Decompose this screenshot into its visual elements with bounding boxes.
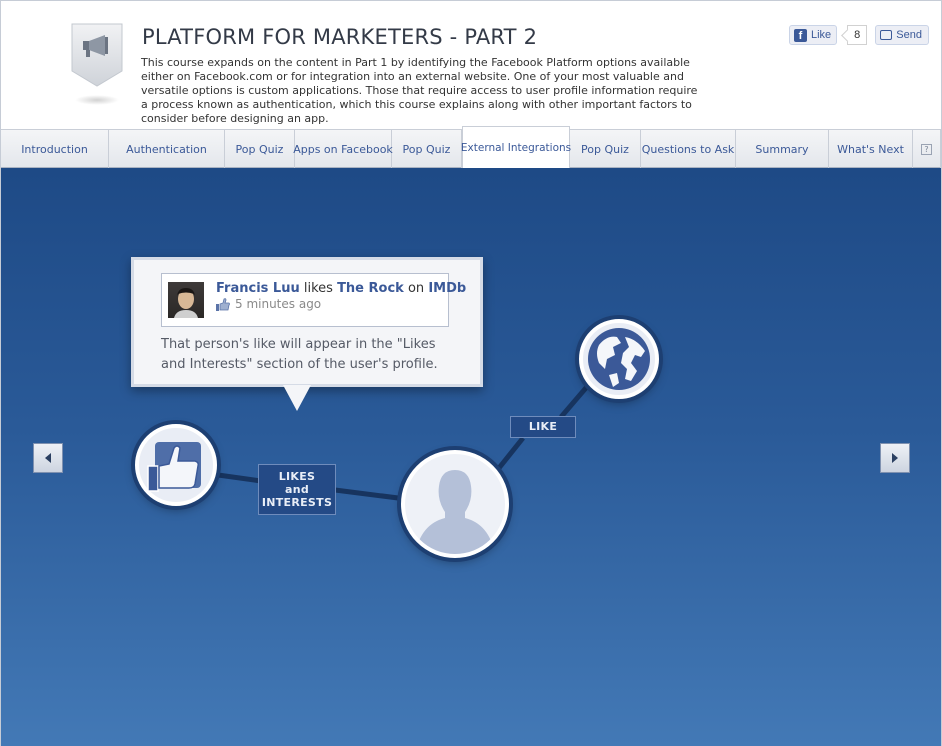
tab-authentication[interactable]: Authentication (109, 130, 225, 168)
course-tabs: Introduction Authentication Pop Quiz App… (1, 126, 941, 168)
help-icon: ? (921, 143, 932, 155)
globe-icon (588, 328, 650, 390)
send-icon (880, 30, 893, 40)
story-prep: on (407, 281, 425, 296)
badge-shadow (75, 95, 119, 105)
news-feed-story: Francis Luu likes The Rock on IMDb 5 min… (161, 273, 466, 327)
send-button[interactable]: Send (875, 25, 929, 45)
person-silhouette-icon (415, 470, 495, 554)
megaphone-badge-icon (71, 23, 123, 87)
social-buttons: f Like 8 Send (788, 25, 929, 45)
like-label: LIKE (510, 416, 576, 438)
globe-node (579, 319, 659, 399)
likes-and-interests-label: LIKES and INTERESTS (258, 464, 336, 515)
tab-introduction[interactable]: Introduction (1, 130, 109, 168)
previous-button[interactable] (33, 443, 63, 473)
arrow-right-icon (892, 453, 898, 463)
tab-whats-next[interactable]: What's Next (829, 130, 913, 168)
like-label: Like (810, 29, 832, 41)
thumbs-up-icon (147, 442, 201, 492)
help-button[interactable]: ? (913, 130, 941, 168)
likes-label-line-2: and (284, 483, 310, 496)
facebook-f-icon: f (793, 28, 807, 42)
story-verb: likes (303, 281, 333, 296)
course-header: PLATFORM FOR MARKETERS - PART 2 This cou… (1, 1, 941, 129)
tab-pop-quiz-2[interactable]: Pop Quiz (392, 130, 462, 168)
content-stage: LIKES and INTERESTS LIKE Francis Luu lik… (1, 168, 941, 746)
tab-questions-to-ask[interactable]: Questions to Ask (641, 130, 736, 168)
tab-external-integrations[interactable]: External Integrations (461, 126, 571, 168)
arrow-left-icon (45, 453, 51, 463)
tab-pop-quiz-1[interactable]: Pop Quiz (225, 130, 295, 168)
tab-apps-on-facebook[interactable]: Apps on Facebook (293, 130, 393, 168)
course-description: This course expands on the content in Pa… (141, 56, 698, 125)
story-callout: Francis Luu likes The Rock on IMDb 5 min… (131, 257, 483, 387)
likes-label-line-3: INTERESTS (261, 496, 333, 509)
facebook-like-button[interactable]: f Like (788, 25, 838, 45)
story-time-text: 5 minutes ago (235, 297, 322, 311)
likes-label-line-1: LIKES (278, 470, 316, 483)
callout-explanation: That person's like will appear in the "L… (161, 337, 438, 372)
story-user-link[interactable]: Francis Luu (216, 281, 300, 296)
send-label: Send (896, 29, 922, 41)
story-site-link[interactable]: IMDb (428, 281, 466, 296)
callout-tail (283, 385, 311, 411)
story-object-link[interactable]: The Rock (337, 281, 404, 296)
page-title: PLATFORM FOR MARKETERS - PART 2 (142, 25, 538, 49)
tab-pop-quiz-3[interactable]: Pop Quiz (570, 130, 641, 168)
story-timestamp: 5 minutes ago (216, 297, 321, 311)
story-headline: Francis Luu likes The Rock on IMDb (216, 281, 466, 296)
next-button[interactable] (880, 443, 910, 473)
like-count: 8 (847, 25, 868, 45)
like-node (135, 424, 217, 506)
avatar (168, 282, 204, 318)
small-thumbs-up-icon (216, 297, 230, 311)
tab-summary[interactable]: Summary (736, 130, 829, 168)
person-node (401, 450, 509, 558)
